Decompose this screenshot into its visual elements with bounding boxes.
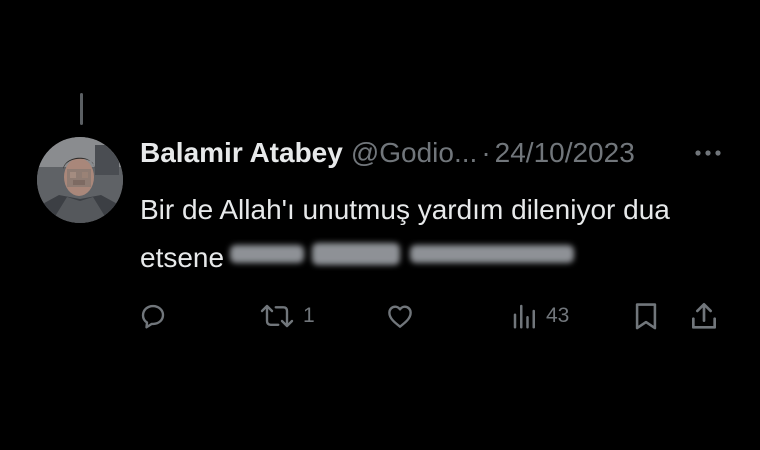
reply-button[interactable]: [138, 292, 174, 340]
analytics-icon: [513, 304, 535, 329]
display-name[interactable]: Balamir Atabey: [140, 133, 343, 173]
share-icon: [692, 302, 716, 329]
tweet-header: Balamir Atabey @Godio... · 24/10/2023: [140, 133, 635, 173]
bookmark-icon: [635, 303, 657, 330]
like-button[interactable]: [384, 292, 422, 340]
retweet-button[interactable]: 1: [257, 292, 315, 340]
avatar-photo: [37, 137, 123, 223]
tweet-date[interactable]: 24/10/2023: [495, 133, 635, 173]
user-handle[interactable]: @Godio...: [351, 133, 477, 173]
bookmark-button[interactable]: [632, 292, 660, 340]
retweet-icon: [260, 304, 294, 328]
header-separator: ·: [481, 137, 491, 168]
view-count: 43: [546, 304, 570, 327]
retweet-count: 1: [303, 304, 315, 327]
action-bar: 1 43: [0, 292, 760, 340]
heart-icon: [388, 305, 412, 328]
views-button[interactable]: 43: [510, 292, 569, 340]
reply-icon: [141, 304, 165, 329]
blurred-redaction: [228, 234, 578, 282]
more-options-icon: [695, 150, 721, 156]
tweet-text: Bir de Allah'ı unutmuş yardım dileniyor …: [140, 186, 730, 284]
more-options-button[interactable]: [690, 141, 726, 165]
thread-connector-line: [80, 93, 83, 125]
avatar[interactable]: [37, 137, 123, 223]
share-button[interactable]: [688, 292, 720, 340]
